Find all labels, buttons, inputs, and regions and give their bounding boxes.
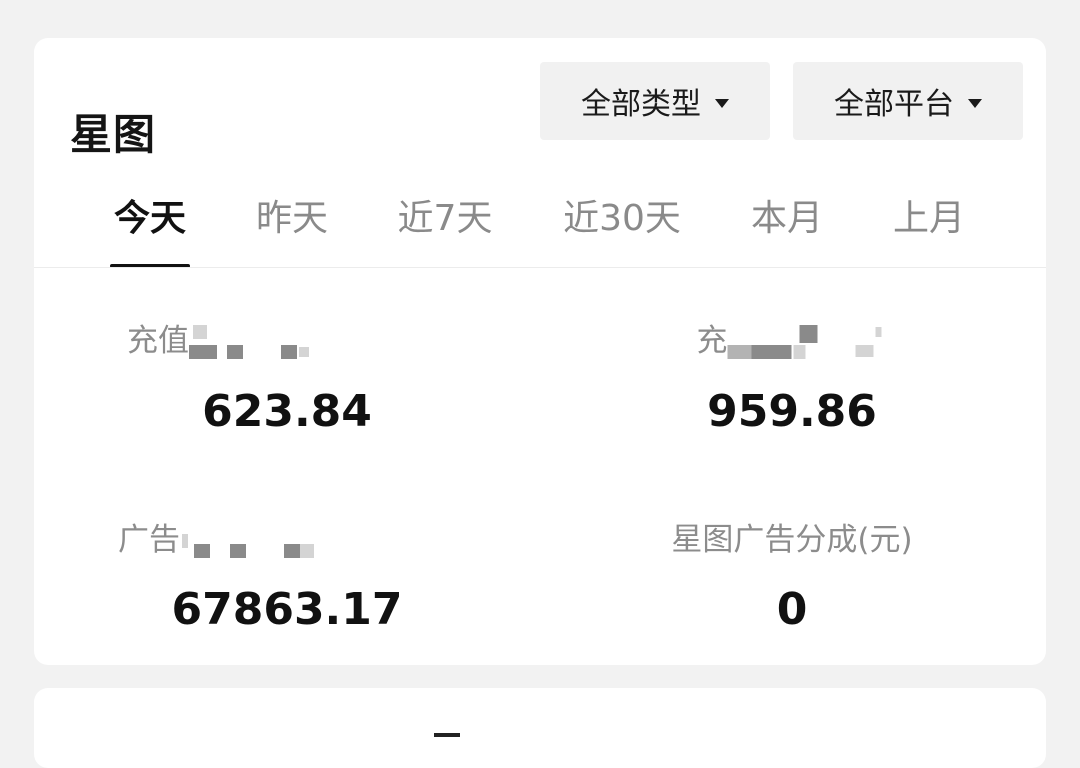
platform-filter-dropdown[interactable]: 全部平台 xyxy=(793,62,1023,140)
stat-ad-value: 67863.17 xyxy=(171,584,403,635)
stat-recharge-2-value: 959.86 xyxy=(707,386,877,437)
secondary-card xyxy=(34,688,1046,768)
tab-this-month[interactable]: 本月 xyxy=(751,199,823,239)
tab-last-month[interactable]: 上月 xyxy=(893,199,965,239)
tab-yesterday[interactable]: 昨天 xyxy=(256,199,328,239)
type-filter-dropdown[interactable]: 全部类型 xyxy=(540,62,770,140)
tab-today[interactable]: 今天 xyxy=(114,199,186,239)
caret-down-icon xyxy=(968,98,982,108)
stat-recharge-2-label: 充 xyxy=(697,323,888,361)
tab-last-7-days[interactable]: 近7天 xyxy=(398,199,493,239)
xingtu-stats-card: 星图 全部类型 全部平台 今天 昨天 近7天 近30天 本月 上月 充值 623… xyxy=(34,38,1046,665)
redacted-text xyxy=(727,324,888,361)
stat-label-text: 充 xyxy=(696,323,728,359)
stat-label-text: 广告 xyxy=(118,522,180,558)
stat-xingtu-ad-share-value: 0 xyxy=(776,584,808,635)
tab-last-30-days[interactable]: 近30天 xyxy=(563,199,681,239)
stat-recharge-label: 充值 xyxy=(127,323,319,361)
card-heading-fragment xyxy=(434,733,460,737)
stat-recharge-value: 623.84 xyxy=(202,386,372,437)
redacted-text xyxy=(189,324,319,361)
page-title: 星图 xyxy=(70,110,157,159)
caret-down-icon xyxy=(715,98,729,108)
tabs-divider xyxy=(34,267,1046,268)
stat-xingtu-ad-share-label: 星图广告分成(元) xyxy=(671,522,913,558)
stat-label-text: 充值 xyxy=(127,323,189,359)
type-filter-label: 全部类型 xyxy=(581,87,701,122)
platform-filter-label: 全部平台 xyxy=(834,87,954,122)
redacted-text xyxy=(180,524,320,560)
stat-ad-label: 广告 xyxy=(118,522,320,560)
